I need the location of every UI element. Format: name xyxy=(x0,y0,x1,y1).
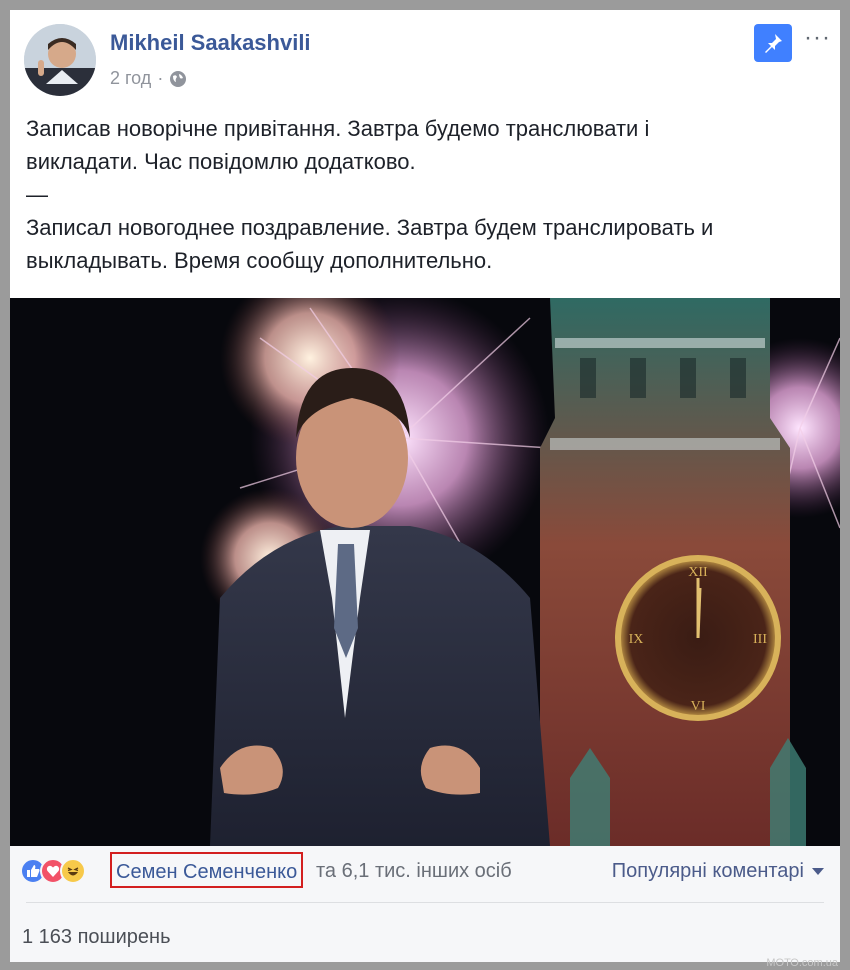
shares-count[interactable]: 1 163 поширень xyxy=(22,926,171,949)
meta-separator: · xyxy=(157,68,164,88)
author-avatar[interactable] xyxy=(24,24,96,96)
comment-sort-label: Популярні коментарі xyxy=(611,860,804,882)
post-text: Записав новорічне привітання. Завтра буд… xyxy=(26,112,826,277)
other-reactors-link[interactable]: та 6,1 тис. інших осіб xyxy=(316,860,512,883)
svg-text:IX: IX xyxy=(629,632,644,647)
highlighted-reactor-name[interactable]: Семен Семенченко xyxy=(110,852,304,888)
post-text-line: Записав новорічне привітання. Завтра буд… xyxy=(26,116,650,141)
post-text-line: викладати. Час повідомлю додатково. xyxy=(26,149,416,174)
post-text-line: выкладывать. Время сообщу дополнительно. xyxy=(26,248,493,273)
svg-text:VI: VI xyxy=(691,699,706,714)
reaction-icons[interactable] xyxy=(20,858,86,884)
watermark: МОТО.com.ua xyxy=(766,957,838,969)
comment-sort-dropdown[interactable]: Популярні коментарі xyxy=(612,860,824,883)
haha-icon xyxy=(60,858,86,884)
post-text-line: Записал новогоднее поздравление. Завтра … xyxy=(26,215,714,240)
public-globe-icon[interactable] xyxy=(169,70,187,88)
post-text-line: — xyxy=(26,182,48,207)
post-time[interactable]: 2 год xyxy=(110,68,151,89)
author-name[interactable]: Mikheil Saakashvili xyxy=(110,30,311,56)
svg-text:III: III xyxy=(753,632,767,647)
post-card: Mikheil Saakashvili 2 год · ··· Записав … xyxy=(10,10,840,962)
pin-icon xyxy=(765,34,782,53)
pin-post-button[interactable] xyxy=(754,24,792,62)
post-photo[interactable]: XII III VI IX xyxy=(10,298,840,846)
post-meta: 2 год · xyxy=(110,68,187,89)
divider xyxy=(26,902,824,903)
more-options-button[interactable]: ··· xyxy=(804,26,831,50)
svg-text:XII: XII xyxy=(688,565,708,580)
chevron-down-icon xyxy=(812,868,824,875)
